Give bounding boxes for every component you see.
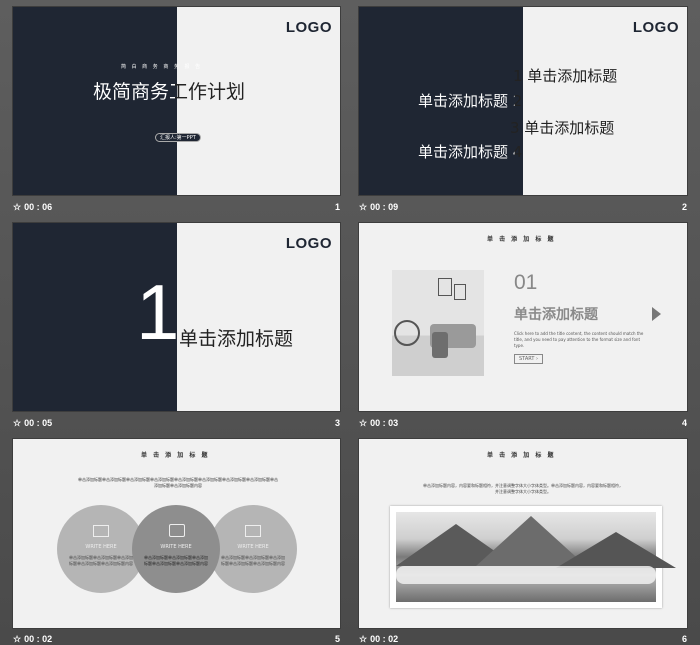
camera-icon bbox=[169, 524, 185, 537]
logo: LOGO bbox=[285, 235, 332, 252]
slide-number: 5 bbox=[334, 634, 340, 644]
body-text: 单击添加标题内容，内容要和标题相符，并注意调整字体大小字体类型。单击添加标题内容… bbox=[423, 483, 623, 494]
slide-heading: 单 击 添 加 标 题 bbox=[487, 452, 556, 459]
play-arrow-icon bbox=[652, 307, 661, 321]
presenter-pill: 汇报人:第一PPT bbox=[155, 133, 201, 142]
mountain-peak-3 bbox=[556, 532, 676, 568]
chair bbox=[432, 332, 448, 358]
slide-thumbnail-4[interactable]: 单 击 添 加 标 题 01 单击添加标题 Click here to add … bbox=[359, 223, 687, 411]
slide-heading: 单 击 添 加 标 题 bbox=[141, 452, 210, 459]
star-icon: ☆ bbox=[13, 202, 22, 212]
logo: LOGO bbox=[632, 19, 679, 36]
slide-title: 极简商务工作计划 bbox=[93, 81, 246, 103]
slide-timing: 00 : 02 bbox=[24, 634, 53, 644]
circle-label-2: WRITE HERE bbox=[160, 544, 192, 550]
slide-footer-5: ☆ 00 : 02 5 bbox=[13, 634, 340, 645]
slide-timing: 00 : 06 bbox=[24, 202, 53, 212]
slide-footer-1: ☆ 00 : 06 1 bbox=[13, 202, 340, 213]
item-2: 单击添加标题 2 bbox=[418, 92, 523, 110]
big-number: 1 bbox=[136, 268, 180, 356]
slide-footer-2: ☆ 00 : 09 2 bbox=[359, 202, 687, 213]
slide-footer-4: ☆ 00 : 03 4 bbox=[359, 418, 687, 429]
slide-thumbnail-6[interactable]: 单 击 添 加 标 题 单击添加标题内容，内容要和标题相符，并注意调整字体大小字… bbox=[359, 439, 687, 628]
slide-title: 单击添加标题 bbox=[514, 307, 598, 323]
image-icon bbox=[245, 525, 261, 537]
description: Click here to add the title content, the… bbox=[514, 331, 644, 348]
room-photo bbox=[392, 270, 484, 376]
frame-1 bbox=[438, 278, 452, 296]
slide-timing: 00 : 05 bbox=[24, 418, 53, 428]
frame-2 bbox=[454, 284, 466, 300]
slide-thumbnail-2[interactable]: LOGO 1 单击添加标题 单击添加标题 2 3 单击添加标题 单击添加标题 4 bbox=[359, 7, 687, 195]
slide-heading: 单 击 添 加 标 题 bbox=[487, 236, 556, 243]
item-4: 单击添加标题 4 bbox=[418, 143, 523, 161]
slide-thumbnail-3[interactable]: LOGO 1 单击添加标题 bbox=[13, 223, 340, 411]
star-icon: ☆ bbox=[359, 418, 368, 428]
slide-number: 3 bbox=[334, 418, 340, 428]
slide-footer-6: ☆ 00 : 02 6 bbox=[359, 634, 687, 645]
slide-number: 1 bbox=[334, 202, 340, 212]
star-icon: ☆ bbox=[359, 634, 368, 644]
bicycle-wheel bbox=[394, 320, 420, 346]
cloud-layer bbox=[396, 566, 656, 584]
slide-timing: 00 : 03 bbox=[370, 418, 399, 428]
intro-text: 单击添加标题单击添加标题单击添加标题单击添加标题单击添加标题单击添加标题单击添加… bbox=[78, 477, 278, 488]
circle-text-1: 单击添加标题单击添加标题单击添加标题单击添加标题单击添加标题内容 bbox=[69, 555, 133, 566]
circle-label-3: WRITE HERE bbox=[237, 544, 269, 550]
slide-thumbnail-5[interactable]: 单 击 添 加 标 题 单击添加标题单击添加标题单击添加标题单击添加标题单击添加… bbox=[13, 439, 340, 628]
circle-label-1: WRITE HERE bbox=[85, 544, 117, 550]
circle-text-2: 单击添加标题单击添加标题单击添加标题单击添加标题单击添加标题内容 bbox=[144, 555, 208, 566]
slide-timing: 00 : 02 bbox=[370, 634, 399, 644]
slide-number: 6 bbox=[681, 634, 687, 644]
circle-text-3: 单击添加标题单击添加标题单击添加标题单击添加标题单击添加标题内容 bbox=[221, 555, 285, 566]
kicker-text: 简 白 商 务 商 务 报 告 bbox=[121, 64, 203, 70]
item-3: 3 单击添加标题 bbox=[510, 119, 615, 137]
star-icon: ☆ bbox=[13, 634, 22, 644]
slide-number: 4 bbox=[681, 418, 687, 428]
section-number: 01 bbox=[514, 271, 538, 294]
start-button[interactable]: START › bbox=[514, 354, 544, 364]
photo-frame bbox=[390, 506, 676, 608]
slide-number: 2 bbox=[681, 202, 687, 212]
slide-thumbnail-1[interactable]: LOGO 简 白 商 务 商 务 报 告 极简商务工作计划 汇报人:第一PPT bbox=[13, 7, 340, 195]
slide-timing: 00 : 09 bbox=[370, 202, 399, 212]
logo: LOGO bbox=[285, 19, 332, 36]
mountain-photo bbox=[396, 512, 676, 602]
slide-footer-3: ☆ 00 : 05 3 bbox=[13, 418, 340, 429]
item-1: 1 单击添加标题 bbox=[513, 67, 618, 85]
slide-title: 单击添加标题 bbox=[179, 328, 294, 350]
star-icon: ☆ bbox=[13, 418, 22, 428]
star-icon: ☆ bbox=[359, 202, 368, 212]
mail-icon bbox=[93, 525, 109, 537]
